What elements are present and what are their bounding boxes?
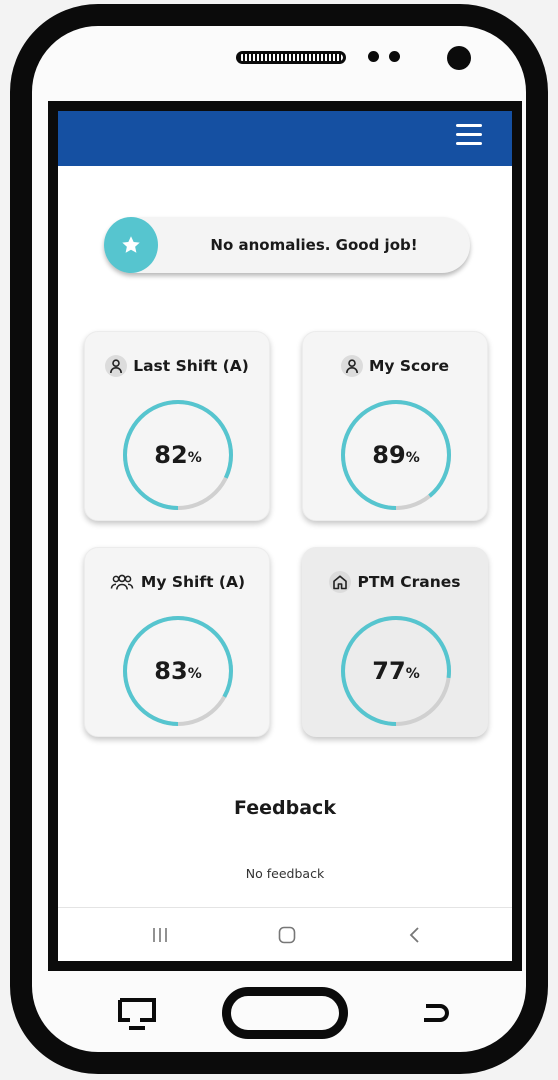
crane-home-icon	[329, 571, 352, 593]
hardware-back-icon[interactable]	[420, 1000, 452, 1030]
phone-sensor-dot	[389, 51, 400, 62]
card-ptm-cranes[interactable]: PTM Cranes 77%	[302, 547, 488, 737]
recent-apps-icon[interactable]	[145, 920, 175, 950]
phone-screen: No anomalies. Good job! Last Shift (A) 8…	[48, 101, 522, 971]
score-value: 89%	[372, 441, 420, 469]
phone-sensor-dot	[368, 51, 379, 62]
status-message: No anomalies. Good job!	[210, 236, 418, 254]
app-screen: No anomalies. Good job! Last Shift (A) 8…	[58, 111, 512, 961]
card-my-shift[interactable]: My Shift (A) 83%	[84, 547, 270, 737]
user-icon	[340, 355, 363, 377]
card-last-shift[interactable]: Last Shift (A) 82%	[84, 331, 270, 521]
android-nav-bar	[58, 907, 512, 961]
hamburger-menu-icon[interactable]	[456, 124, 482, 146]
feedback-heading: Feedback	[234, 797, 336, 819]
score-value: 82%	[154, 441, 202, 469]
status-banner: No anomalies. Good job!	[104, 217, 470, 273]
phone-speaker	[236, 51, 346, 64]
card-title: PTM Cranes	[357, 573, 461, 591]
score-value: 77%	[372, 657, 420, 685]
card-title: My Score	[368, 357, 450, 375]
star-icon	[104, 217, 158, 273]
card-title: Last Shift (A)	[133, 357, 249, 375]
feedback-empty-text: No feedback	[245, 866, 325, 881]
hardware-recent-apps-icon[interactable]	[116, 996, 158, 1034]
hardware-home-button[interactable]	[222, 987, 348, 1039]
score-value: 83%	[154, 657, 202, 685]
card-my-score[interactable]: My Score 89%	[302, 331, 488, 521]
top-app-bar	[58, 111, 512, 166]
card-title: My Shift (A)	[140, 573, 246, 591]
users-group-icon	[109, 571, 135, 593]
home-icon[interactable]	[272, 920, 302, 950]
front-camera	[447, 46, 471, 70]
user-icon	[105, 355, 128, 377]
back-icon[interactable]	[400, 920, 430, 950]
